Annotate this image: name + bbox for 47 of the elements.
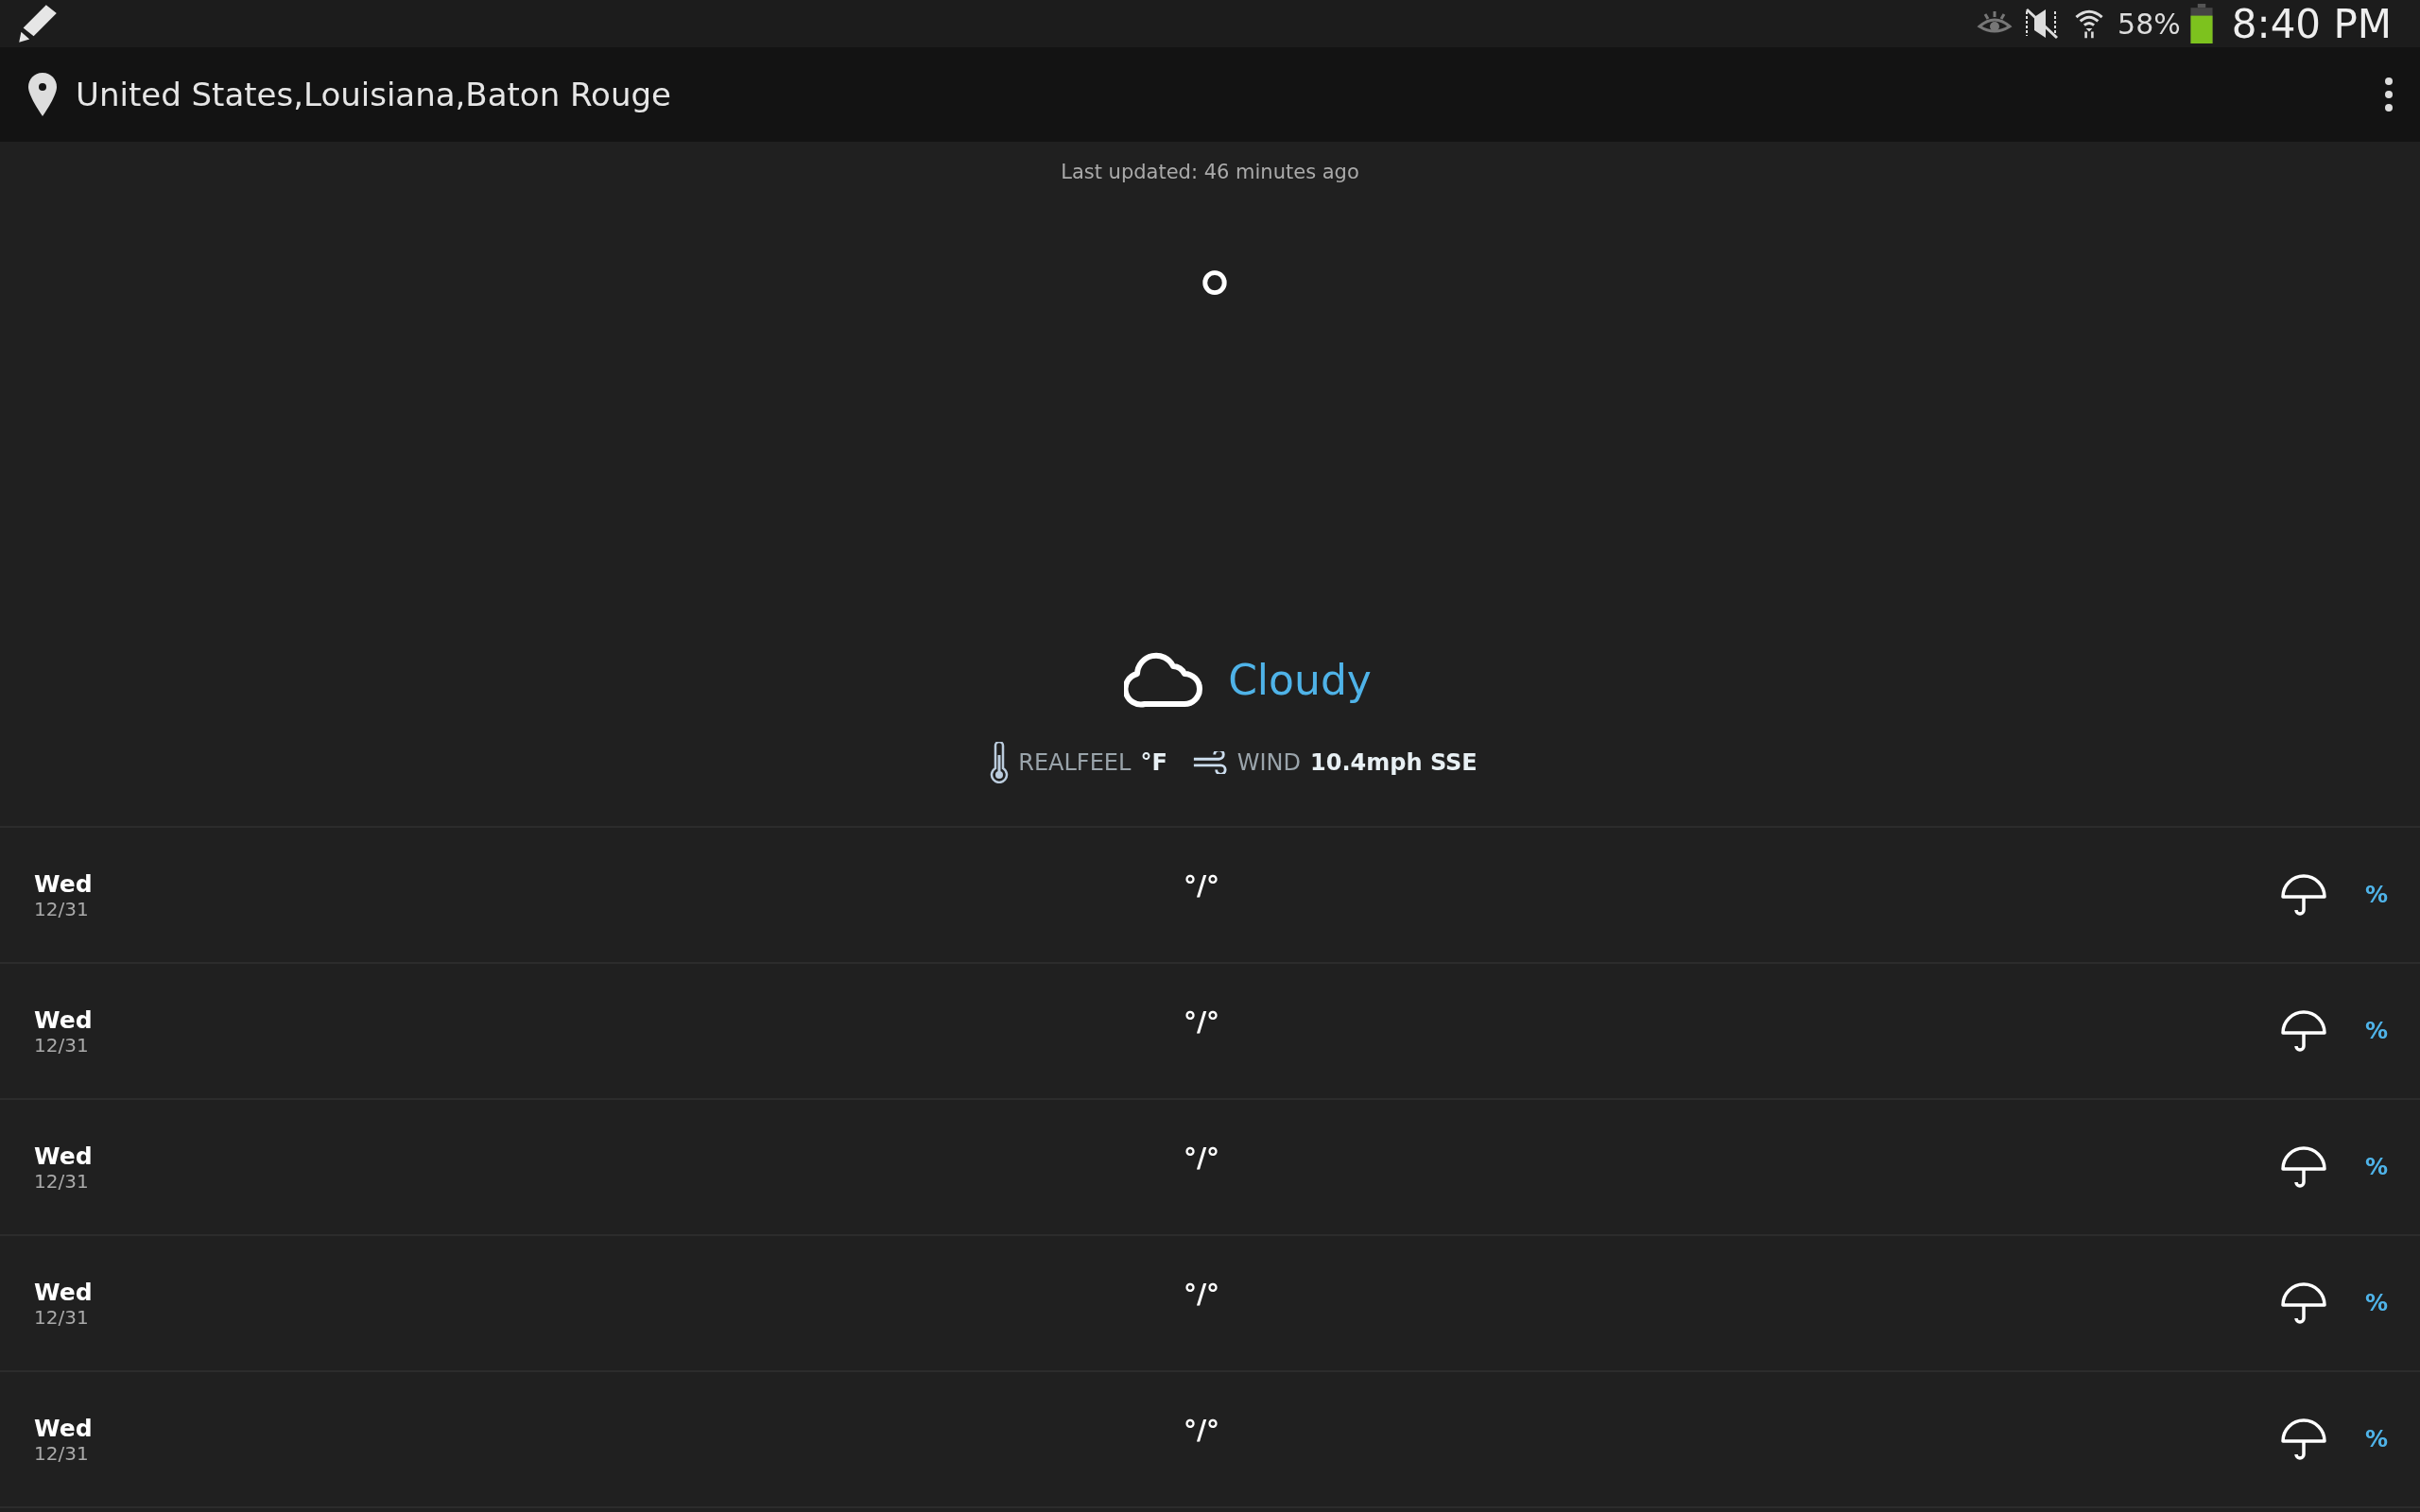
forecast-day: Wed (34, 1414, 1184, 1442)
precipitation-chance: % (2364, 882, 2388, 908)
forecast-temps: °/° (1183, 1142, 1220, 1174)
last-updated-text: Last updated: 46 minutes ago (1061, 161, 1359, 183)
thermometer-icon (990, 742, 1010, 783)
battery-icon (2189, 4, 2213, 43)
forecast-date: 12/31 (34, 1441, 90, 1465)
umbrella-icon (2279, 1010, 2327, 1052)
cloud-icon (1124, 651, 1204, 708)
forecast-temps: °/° (1183, 869, 1220, 902)
forecast-day: Wed (34, 1142, 1184, 1170)
umbrella-icon (2279, 874, 2327, 916)
forecast-date: 12/31 (34, 1305, 90, 1329)
wind-icon (1191, 751, 1228, 774)
forecast-temps: °/° (1183, 1005, 1220, 1038)
precipitation-chance: % (2364, 1426, 2388, 1452)
umbrella-icon (2279, 1418, 2327, 1460)
forecast-row[interactable]: Wed 12/31 °/° % (0, 1100, 2420, 1236)
realfeel-value: °F (1140, 749, 1167, 776)
forecast-day: Wed (34, 869, 1184, 898)
wind-label: WIND (1236, 749, 1302, 776)
location-pin-icon (28, 73, 57, 116)
pencil-icon (17, 3, 59, 44)
realfeel-label: REALFEEL (1018, 749, 1132, 776)
forecast-temps: °/° (1183, 1414, 1220, 1446)
forecast-date: 12/31 (34, 1033, 90, 1057)
forecast-row[interactable]: Wed 12/31 °/° % (0, 1236, 2420, 1372)
umbrella-icon (2279, 1146, 2327, 1188)
location-title: United States,Louisiana,Baton Rouge (76, 76, 671, 113)
forecast-day: Wed (34, 1005, 1184, 1034)
forecast-day: Wed (34, 1278, 1184, 1306)
current-temperature: ° (1198, 259, 1232, 344)
forecast-date: 12/31 (34, 897, 90, 920)
forecast-temps: °/° (1183, 1278, 1220, 1310)
wind-value: 10.4mph SSE (1310, 749, 1478, 776)
precipitation-chance: % (2364, 1018, 2388, 1044)
overflow-menu-icon (2384, 76, 2394, 113)
umbrella-icon (2279, 1282, 2327, 1324)
clock-time: 8:40 PM (2231, 0, 2392, 47)
condition-text: Cloudy (1228, 655, 1372, 704)
battery-percentage: 58% (2118, 7, 2181, 41)
forecast-row[interactable]: Wed 12/31 °/° % (0, 828, 2420, 964)
forecast-row[interactable]: Wed 12/31 °/° % (0, 1372, 2420, 1508)
forecast-date: 12/31 (34, 1169, 90, 1193)
precipitation-chance: % (2364, 1290, 2388, 1316)
forecast-row[interactable]: Wed 12/31 °/° % (0, 964, 2420, 1100)
precipitation-chance: % (2364, 1154, 2388, 1180)
